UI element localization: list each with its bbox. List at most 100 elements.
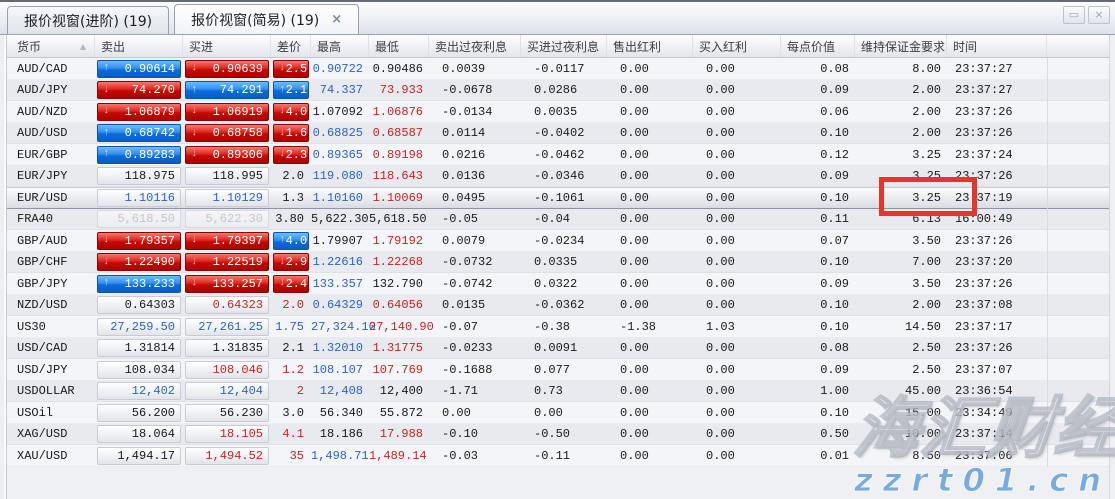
buy-price-button[interactable]: ↓ 1.06919 <box>185 102 269 121</box>
quote-row[interactable]: US30 27,259.50 27,261.25 1.75 27,324.10 … <box>7 316 1115 338</box>
buy-price-button[interactable]: ↓ 133.257 <box>185 274 269 293</box>
quote-row[interactable]: XAG/USD 18.064 18.105 4.1 18.186 17.988 … <box>7 423 1115 445</box>
quote-row[interactable]: USD/CAD 1.31814 1.31835 2.1 1.32010 1.31… <box>7 337 1115 359</box>
buy-price-button[interactable]: 108.046 <box>185 360 269 379</box>
quote-row[interactable]: USDOLLAR 12,402 12,404 2 12,408 12,400 -… <box>7 380 1115 402</box>
trend-arrow-icon: ↑ <box>103 277 110 290</box>
tab-label: 报价视窗(简易) (19) <box>191 12 320 29</box>
column-header[interactable]: 卖出过夜利息 <box>429 35 521 57</box>
quote-row[interactable]: EUR/GBP ↑ 0.89283 ↓ 0.89306 ↓ 2.3 0.89365 0… <box>7 144 1115 166</box>
row-filler <box>1047 251 1115 273</box>
sell-price-button[interactable]: 12,402 <box>97 382 181 401</box>
buy-price-button[interactable]: 5,622.30 <box>185 210 269 229</box>
quote-row[interactable]: AUD/CAD ↑ 0.90614 ↓ 0.90639 ↓ 2.5 0.90722 0… <box>7 58 1115 80</box>
quote-row[interactable]: FRA40 5,618.50 5,622.30 3.80 5,622.30 5,… <box>7 208 1115 230</box>
sell-price-button[interactable]: 108.034 <box>97 360 181 379</box>
quote-row[interactable]: AUD/USD ↑ 0.68742 ↓ 0.68758 ↓ 1.6 0.68825 0… <box>7 122 1115 144</box>
quote-row[interactable]: AUD/NZD ↓ 1.06879 ↓ 1.06919 ↓ 4.0 1.07092 1… <box>7 101 1115 123</box>
tab-close-icon[interactable]: × <box>331 12 342 27</box>
buy-dividend: 0.00 <box>706 147 735 162</box>
buy-price-button[interactable]: 118.995 <box>185 167 269 186</box>
buy-price-button[interactable]: 1,494.52 <box>185 446 269 465</box>
sell-price-button[interactable]: ↓ 1.22490 <box>97 253 181 272</box>
sell-price-button[interactable]: ↑ 133.233 <box>97 274 181 293</box>
sell-price-button[interactable]: 27,259.50 <box>97 317 181 336</box>
sell-price-button[interactable]: ↓ 1.06879 <box>97 102 181 121</box>
sell-price-button[interactable]: 0.64303 <box>97 296 181 315</box>
spread-value: 1.3 <box>282 190 304 205</box>
sell-price-button[interactable]: ↑ 0.90614 <box>97 59 181 78</box>
sell-price-button[interactable]: 1,494.17 <box>97 446 181 465</box>
buy-price-button[interactable]: 12,404 <box>185 382 269 401</box>
column-header[interactable]: 卖出 <box>95 35 183 57</box>
sell-dividend: 0.00 <box>620 448 649 463</box>
currency-pair-label: USOil <box>17 405 54 420</box>
buy-price-button[interactable]: ↓ 1.22519 <box>185 253 269 272</box>
column-header[interactable]: 时间 <box>947 35 1047 57</box>
tab-quotes-simple[interactable]: 报价视窗(简易) (19) × <box>174 4 360 34</box>
column-header[interactable]: 买入红利 <box>693 35 781 57</box>
quote-row[interactable]: XAU/USD 1,494.17 1,494.52 35 1,498.71 1,… <box>7 445 1115 467</box>
buy-price-button[interactable]: ↓ 0.89306 <box>185 145 269 164</box>
quote-time: 23:37:26 <box>955 233 1013 248</box>
buy-price-button[interactable]: 1.10129 <box>185 188 269 207</box>
column-header[interactable]: 货币 ▲ <box>7 35 95 57</box>
buy-price-button[interactable]: 18.105 <box>185 425 269 444</box>
sell-price-button[interactable]: 5,618.50 <box>97 210 181 229</box>
sell-price-button[interactable]: 1.31814 <box>97 339 181 358</box>
quote-row[interactable]: USD/JPY 108.034 108.046 1.2 108.107 107.… <box>7 359 1115 381</box>
sell-price-button[interactable]: ↑ 0.68742 <box>97 124 181 143</box>
buy-price-button[interactable]: ↑ 74.291 <box>185 81 269 100</box>
column-header[interactable]: 差价 <box>271 35 311 57</box>
column-header[interactable]: 售出红利 <box>607 35 693 57</box>
sell-price-button[interactable]: ↑ 0.89283 <box>97 145 181 164</box>
quote-row[interactable]: GBP/AUD ↓ 1.79357 ↓ 1.79397 ↑ 4.0 1.79907 1… <box>7 230 1115 252</box>
high-value: 1.22616 <box>312 255 363 270</box>
buy-price-button[interactable]: ↓ 1.79397 <box>185 231 269 250</box>
pip-value: 0.09 <box>820 169 849 184</box>
row-filler <box>1047 337 1115 359</box>
buy-price-button[interactable]: 0.64323 <box>185 296 269 315</box>
row-filler <box>1047 294 1115 316</box>
buy-overnight-interest: 0.0322 <box>534 276 578 291</box>
currency-pair-label: NZD/USD <box>17 298 68 313</box>
column-header[interactable]: 最低 <box>369 35 429 57</box>
high-value: 74.337 <box>319 83 363 98</box>
quote-row[interactable]: AUD/JPY ↓ 74.270 ↑ 74.291 ↑ 2.1 74.337 73.9… <box>7 79 1115 101</box>
sell-overnight-interest: 0.0114 <box>442 126 486 141</box>
buy-overnight-interest: -0.0234 <box>534 233 585 248</box>
close-button[interactable]: × <box>1088 6 1110 24</box>
maximize-button[interactable]: ▭ <box>1063 6 1085 24</box>
sell-price-button[interactable]: 1.10116 <box>97 188 181 207</box>
column-header[interactable]: 每点价值 <box>781 35 855 57</box>
sell-dividend: 0.00 <box>620 427 649 442</box>
watermark-url: zzrt01.cn <box>854 461 1111 499</box>
quote-row[interactable]: EUR/JPY 118.975 118.995 2.0 119.080 118.… <box>7 165 1115 187</box>
column-header[interactable]: 买进 <box>183 35 271 57</box>
low-value: 1.79192 <box>372 233 423 248</box>
column-header[interactable]: 最高 <box>311 35 369 57</box>
quote-time: 23:37:20 <box>955 255 1013 270</box>
buy-price-button[interactable]: ↓ 0.68758 <box>185 124 269 143</box>
column-header[interactable]: 维持保证金要求 <box>855 35 947 57</box>
sell-overnight-interest: 0.00 <box>442 405 471 420</box>
quote-row[interactable]: NZD/USD 0.64303 0.64323 2.0 0.64329 0.64… <box>7 294 1115 316</box>
buy-price-button[interactable]: 56.230 <box>185 403 269 422</box>
tab-quotes-advanced[interactable]: 报价视窗(进阶) (19) <box>7 6 170 34</box>
sell-price-button[interactable]: ↓ 1.79357 <box>97 231 181 250</box>
column-header[interactable]: 买进过夜利息 <box>521 35 607 57</box>
spread-value: 3.80 <box>275 212 304 227</box>
sell-price-button[interactable]: 18.064 <box>97 425 181 444</box>
quote-row[interactable]: GBP/CHF ↓ 1.22490 ↓ 1.22519 ↓ 2.9 1.22616 1… <box>7 251 1115 273</box>
quote-row[interactable]: GBP/JPY ↑ 133.233 ↓ 133.257 ↓ 2.4 133.357 1… <box>7 273 1115 295</box>
quote-row[interactable]: EUR/USD 1.10116 1.10129 1.3 1.10160 1.10… <box>7 187 1115 209</box>
sell-price-button[interactable]: 56.200 <box>97 403 181 422</box>
sell-dividend: 0.00 <box>620 298 649 313</box>
sell-price-button[interactable]: 118.975 <box>97 167 181 186</box>
sell-price-button[interactable]: ↓ 74.270 <box>97 81 181 100</box>
buy-price-button[interactable]: 27,261.25 <box>185 317 269 336</box>
header-filler <box>1047 35 1115 57</box>
quote-row[interactable]: USOil 56.200 56.230 3.0 56.340 55.872 0.… <box>7 402 1115 424</box>
buy-price-button[interactable]: ↓ 0.90639 <box>185 59 269 78</box>
buy-price-button[interactable]: 1.31835 <box>185 339 269 358</box>
